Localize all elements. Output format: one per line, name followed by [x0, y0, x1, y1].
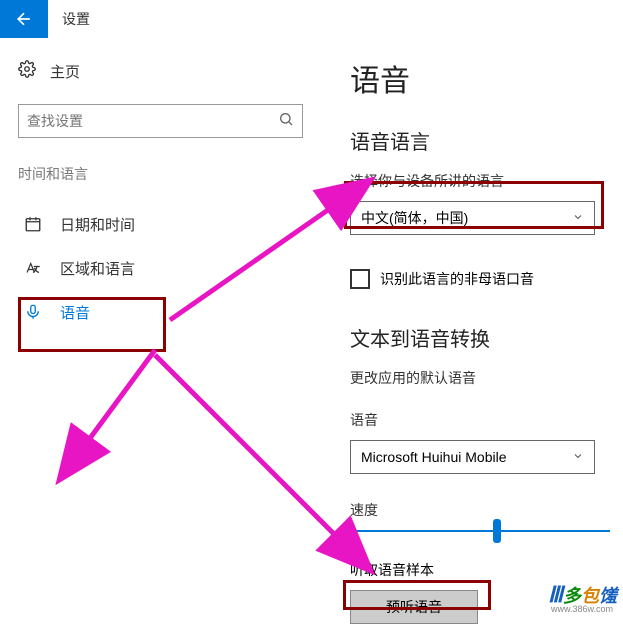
chevron-down-icon	[572, 210, 584, 226]
language-icon	[24, 259, 42, 277]
watermark-url: www.386w.com	[551, 604, 613, 614]
search-input[interactable]	[27, 113, 278, 129]
sample-label: 听取语音样本	[350, 560, 623, 580]
voice-dropdown[interactable]: Microsoft Huihui Mobile	[350, 440, 595, 474]
chevron-down-icon	[572, 449, 584, 465]
page-title: 语音	[350, 56, 623, 100]
nav-item-region[interactable]: 区域和语言	[18, 246, 330, 290]
section-tts: 文本到语音转换	[350, 323, 623, 352]
language-dropdown[interactable]: 中文(简体，中国)	[350, 201, 595, 235]
voice-label: 语音	[350, 410, 623, 430]
home-link[interactable]: 主页	[18, 56, 330, 86]
lang-subtext: 选择你与设备所讲的语言	[350, 171, 623, 191]
nav-label: 语音	[60, 302, 90, 323]
slider-thumb[interactable]	[493, 519, 501, 543]
nav-label: 区域和语言	[60, 258, 135, 279]
non-native-checkbox[interactable]	[350, 269, 370, 289]
microphone-icon	[24, 303, 42, 321]
section-speech-language: 语音语言	[350, 126, 623, 155]
language-dropdown-value: 中文(简体，中国)	[361, 208, 468, 228]
search-icon	[278, 111, 294, 132]
speed-label: 速度	[350, 500, 623, 520]
tts-subtext: 更改应用的默认语音	[350, 368, 623, 388]
nav-label: 日期和时间	[60, 214, 135, 235]
nav-item-datetime[interactable]: 日期和时间	[18, 202, 330, 246]
home-label: 主页	[50, 61, 80, 82]
preview-voice-button[interactable]: 预听语音	[350, 590, 478, 624]
search-input-container[interactable]	[18, 104, 303, 138]
speed-slider[interactable]	[350, 530, 610, 532]
calendar-icon	[24, 215, 42, 233]
non-native-checkbox-label: 识别此语言的非母语口音	[380, 269, 534, 289]
header-title: 设置	[62, 9, 90, 29]
category-label: 时间和语言	[18, 164, 330, 184]
voice-dropdown-value: Microsoft Huihui Mobile	[361, 449, 507, 465]
nav-item-speech[interactable]: 语音	[18, 290, 330, 334]
back-button[interactable]	[0, 0, 48, 38]
gear-icon	[18, 60, 36, 82]
